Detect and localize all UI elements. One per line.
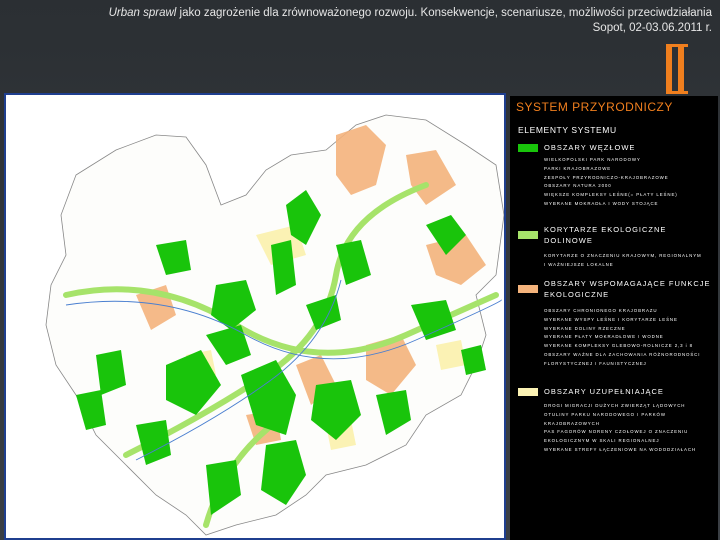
legend-item: WYBRANE PŁATY MOKRADŁOWE I WODNE — [544, 334, 664, 340]
header-line-1: Urban sprawl jako zagrożenie dla zrównow… — [12, 6, 712, 21]
legend-item: ZESPOŁY PRZYRODNICZO-KRAJOBRAZOWE — [544, 174, 669, 180]
map-canvas — [6, 95, 504, 538]
legend-item: I WAŻNIEJSZE LOKALNE — [544, 261, 614, 267]
legend-item: WYBRANE KOMPLEKSY GLEBOWO-ROLNICZE 2,3 i… — [544, 343, 693, 349]
legend-item: WIĘKSZE KOMPLEKSY LEŚNE(= PŁATY LEŚNE) — [544, 192, 678, 198]
legend-item: WYBRANE DOLINY RZECZNE — [544, 325, 626, 331]
category-label: OBSZARY UZUPEŁNIAJĄCE — [544, 387, 664, 396]
legend-item: DROGI MIGRACJI DUŻYCH ZWIERZĄT LĄDOWYCH — [544, 403, 686, 408]
category-label: OBSZARY WĘZŁOWE — [544, 143, 636, 152]
map-frame — [4, 93, 506, 540]
swatch-supporting — [518, 285, 538, 293]
category-items: WIELKOPOLSKI PARK NARODOWY PARKI KRAJOBRA… — [544, 156, 716, 209]
header-italic: Urban sprawl — [108, 7, 177, 19]
category-label: KORYTARZE EKOLOGICZNE DOLINOWE — [544, 225, 667, 245]
legend-item: PAS FAGORÓW NORENY CZOŁOWEJ O ZNACZENIU — [544, 429, 689, 435]
swatch-corridors — [518, 231, 538, 239]
category-items: OBSZARY CHRONIONEGO KRAJOBRAZU WYBRANE WY… — [544, 307, 716, 369]
legend-item: OBSZARY CHRONIONEGO KRAJOBRAZU — [544, 308, 658, 313]
swatch-complementary — [518, 388, 538, 396]
legend-item: OBSZARY NATURA 2000 — [544, 183, 612, 189]
swatch-core — [518, 144, 538, 152]
legend-subtitle: ELEMENTY SYSTEMU — [518, 125, 617, 135]
legend-item: KORYTARZE O ZNACZENIU KRAJOWYM, REGIONAL… — [544, 253, 702, 258]
legend-item: FLORYSTYCZNEJ I FAUNISTYCZNEJ — [544, 360, 647, 366]
slide-header: Urban sprawl jako zagrożenie dla zrównow… — [12, 6, 712, 36]
category-label: OBSZARY WSPOMAGAJĄCE FUNKCJE EKOLOGICZNE — [544, 279, 711, 299]
legend-item: KRAJOBRAZOWYCH — [544, 420, 600, 426]
legend-title: SYSTEM PRZYRODNICZY — [516, 100, 673, 114]
header-line-2: Sopot, 02-03.06.2011 r. — [592, 22, 712, 34]
legend-item: OBSZARY WAŻNE DLA ZACHOWANIA RÓŻNORODNOŚ… — [544, 351, 701, 357]
legend-item: EKOLOGICZNYM W SKALI REGIONALNEJ — [544, 438, 660, 444]
accent-bar — [666, 44, 688, 94]
legend-item: OTULINY PARKU NARODOWEGO I PARKÓW — [544, 411, 666, 417]
legend-item: WYBRANE WYSPY LEŚNE I KORYTARZE LEŚNE — [544, 316, 678, 322]
legend-item: PARKI KRAJOBRAZOWE — [544, 165, 612, 171]
legend-panel: SYSTEM PRZYRODNICZY ELEMENTY SYSTEMU OBS… — [510, 96, 718, 540]
category-items: DROGI MIGRACJI DUŻYCH ZWIERZĄT LĄDOWYCH O… — [544, 402, 716, 455]
header-rest: jako zagrożenie dla zrównoważonego rozwo… — [176, 7, 712, 19]
legend-item: WYBRANE MOKRADŁA I WODY STOJĄCE — [544, 200, 659, 206]
legend-item: WIELKOPOLSKI PARK NARODOWY — [544, 157, 641, 162]
legend-item: WYBRANE STREFY ŁĄCZENIOWE NA WODODZIAŁAC… — [544, 446, 696, 452]
category-items: KORYTARZE O ZNACZENIU KRAJOWYM, REGIONAL… — [544, 252, 716, 270]
